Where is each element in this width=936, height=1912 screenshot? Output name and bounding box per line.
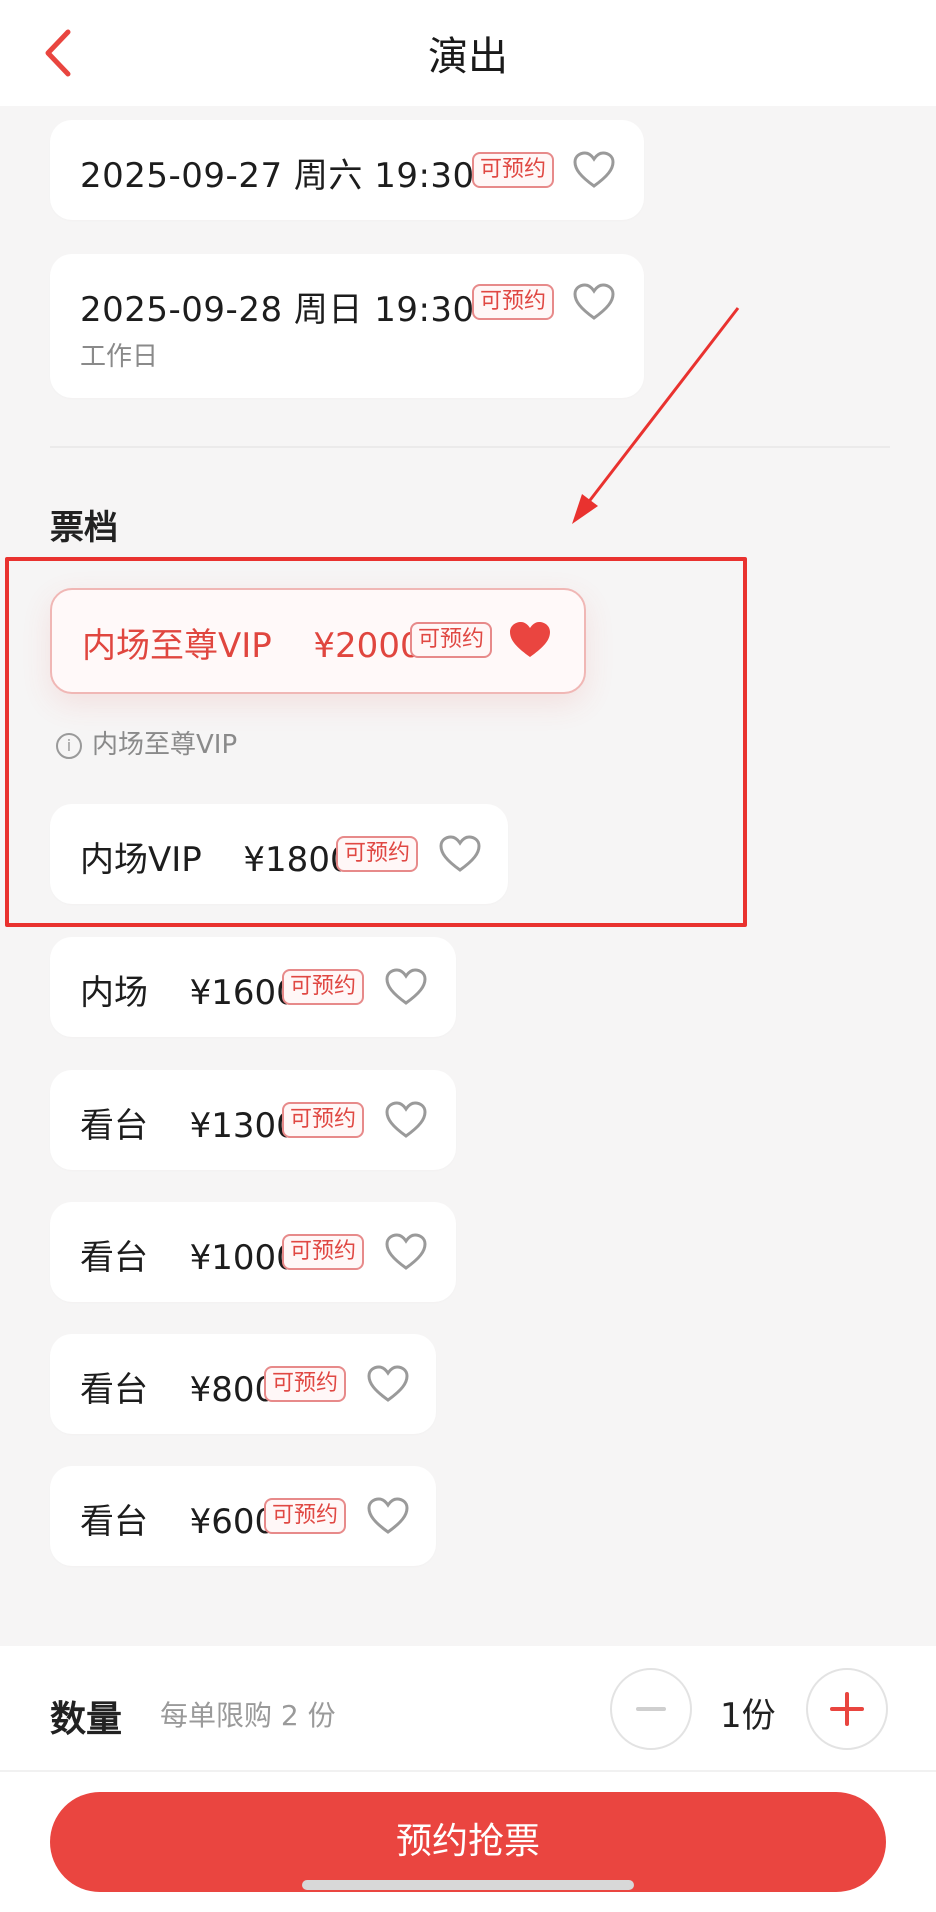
tier-name: 看台: [80, 1370, 148, 1410]
page-title: 演出: [428, 34, 508, 80]
quantity-label: 数量: [50, 1699, 123, 1740]
status-badge: 可预约: [472, 152, 555, 188]
status-badge: 可预约: [282, 969, 365, 1005]
status-badge: 可预约: [264, 1366, 347, 1402]
annotation-arrow-icon: [572, 307, 740, 524]
nav-bar: 演出: [0, 0, 936, 106]
date-card[interactable]: 2025-09-28 周日 19:30 可预约 工作日: [50, 254, 644, 398]
status-badge: 可预约: [264, 1498, 347, 1534]
heart-outline-icon[interactable]: [384, 1100, 428, 1140]
tier-card[interactable]: 内场 ¥1600 可预约: [50, 937, 456, 1037]
divider: [50, 446, 890, 448]
quantity-increase-button[interactable]: [806, 1668, 888, 1750]
tier-name: 看台: [80, 1502, 148, 1542]
annotation-highlight-box: [5, 557, 747, 927]
tier-card[interactable]: 看台 ¥1000 可预约: [50, 1202, 456, 1302]
reserve-tickets-button[interactable]: 预约抢票: [50, 1792, 886, 1892]
heart-outline-icon[interactable]: [384, 967, 428, 1007]
tier-label: 看台 ¥1300: [80, 1098, 298, 1147]
status-badge: 可预约: [282, 1102, 365, 1138]
tier-name: 看台: [80, 1238, 148, 1278]
status-badge: 可预约: [282, 1234, 365, 1270]
tier-card[interactable]: 看台 ¥1300 可预约: [50, 1070, 456, 1170]
tier-label: 看台 ¥600: [80, 1494, 276, 1543]
quantity-limit: 每单限购 2 份: [160, 1699, 336, 1732]
tiers-section-title: 票档: [50, 508, 118, 548]
heart-outline-icon[interactable]: [384, 1232, 428, 1272]
tier-card[interactable]: 看台 ¥800 可预约: [50, 1334, 436, 1434]
quantity-value: 1份: [720, 1696, 776, 1736]
minus-icon: [636, 1707, 666, 1711]
plus-icon: [830, 1692, 864, 1726]
status-badge: 可预约: [472, 284, 555, 320]
heart-outline-icon[interactable]: [572, 150, 616, 190]
date-card[interactable]: 2025-09-27 周六 19:30 可预约: [50, 120, 644, 220]
date-label: 2025-09-28 周日 19:30: [80, 290, 475, 330]
home-indicator: [302, 1880, 634, 1890]
quantity-decrease-button[interactable]: [610, 1668, 692, 1750]
heart-outline-icon[interactable]: [366, 1496, 410, 1536]
divider: [0, 1770, 936, 1772]
tier-name: 看台: [80, 1106, 148, 1146]
tier-card[interactable]: 看台 ¥600 可预约: [50, 1466, 436, 1566]
heart-outline-icon[interactable]: [366, 1364, 410, 1404]
tier-label: 看台 ¥800: [80, 1362, 276, 1411]
tier-name: 内场: [80, 973, 148, 1013]
tier-label: 看台 ¥1000: [80, 1230, 298, 1279]
day-type-label: 工作日: [80, 342, 159, 372]
tier-label: 内场 ¥1600: [80, 965, 298, 1014]
date-label: 2025-09-27 周六 19:30: [80, 156, 475, 196]
